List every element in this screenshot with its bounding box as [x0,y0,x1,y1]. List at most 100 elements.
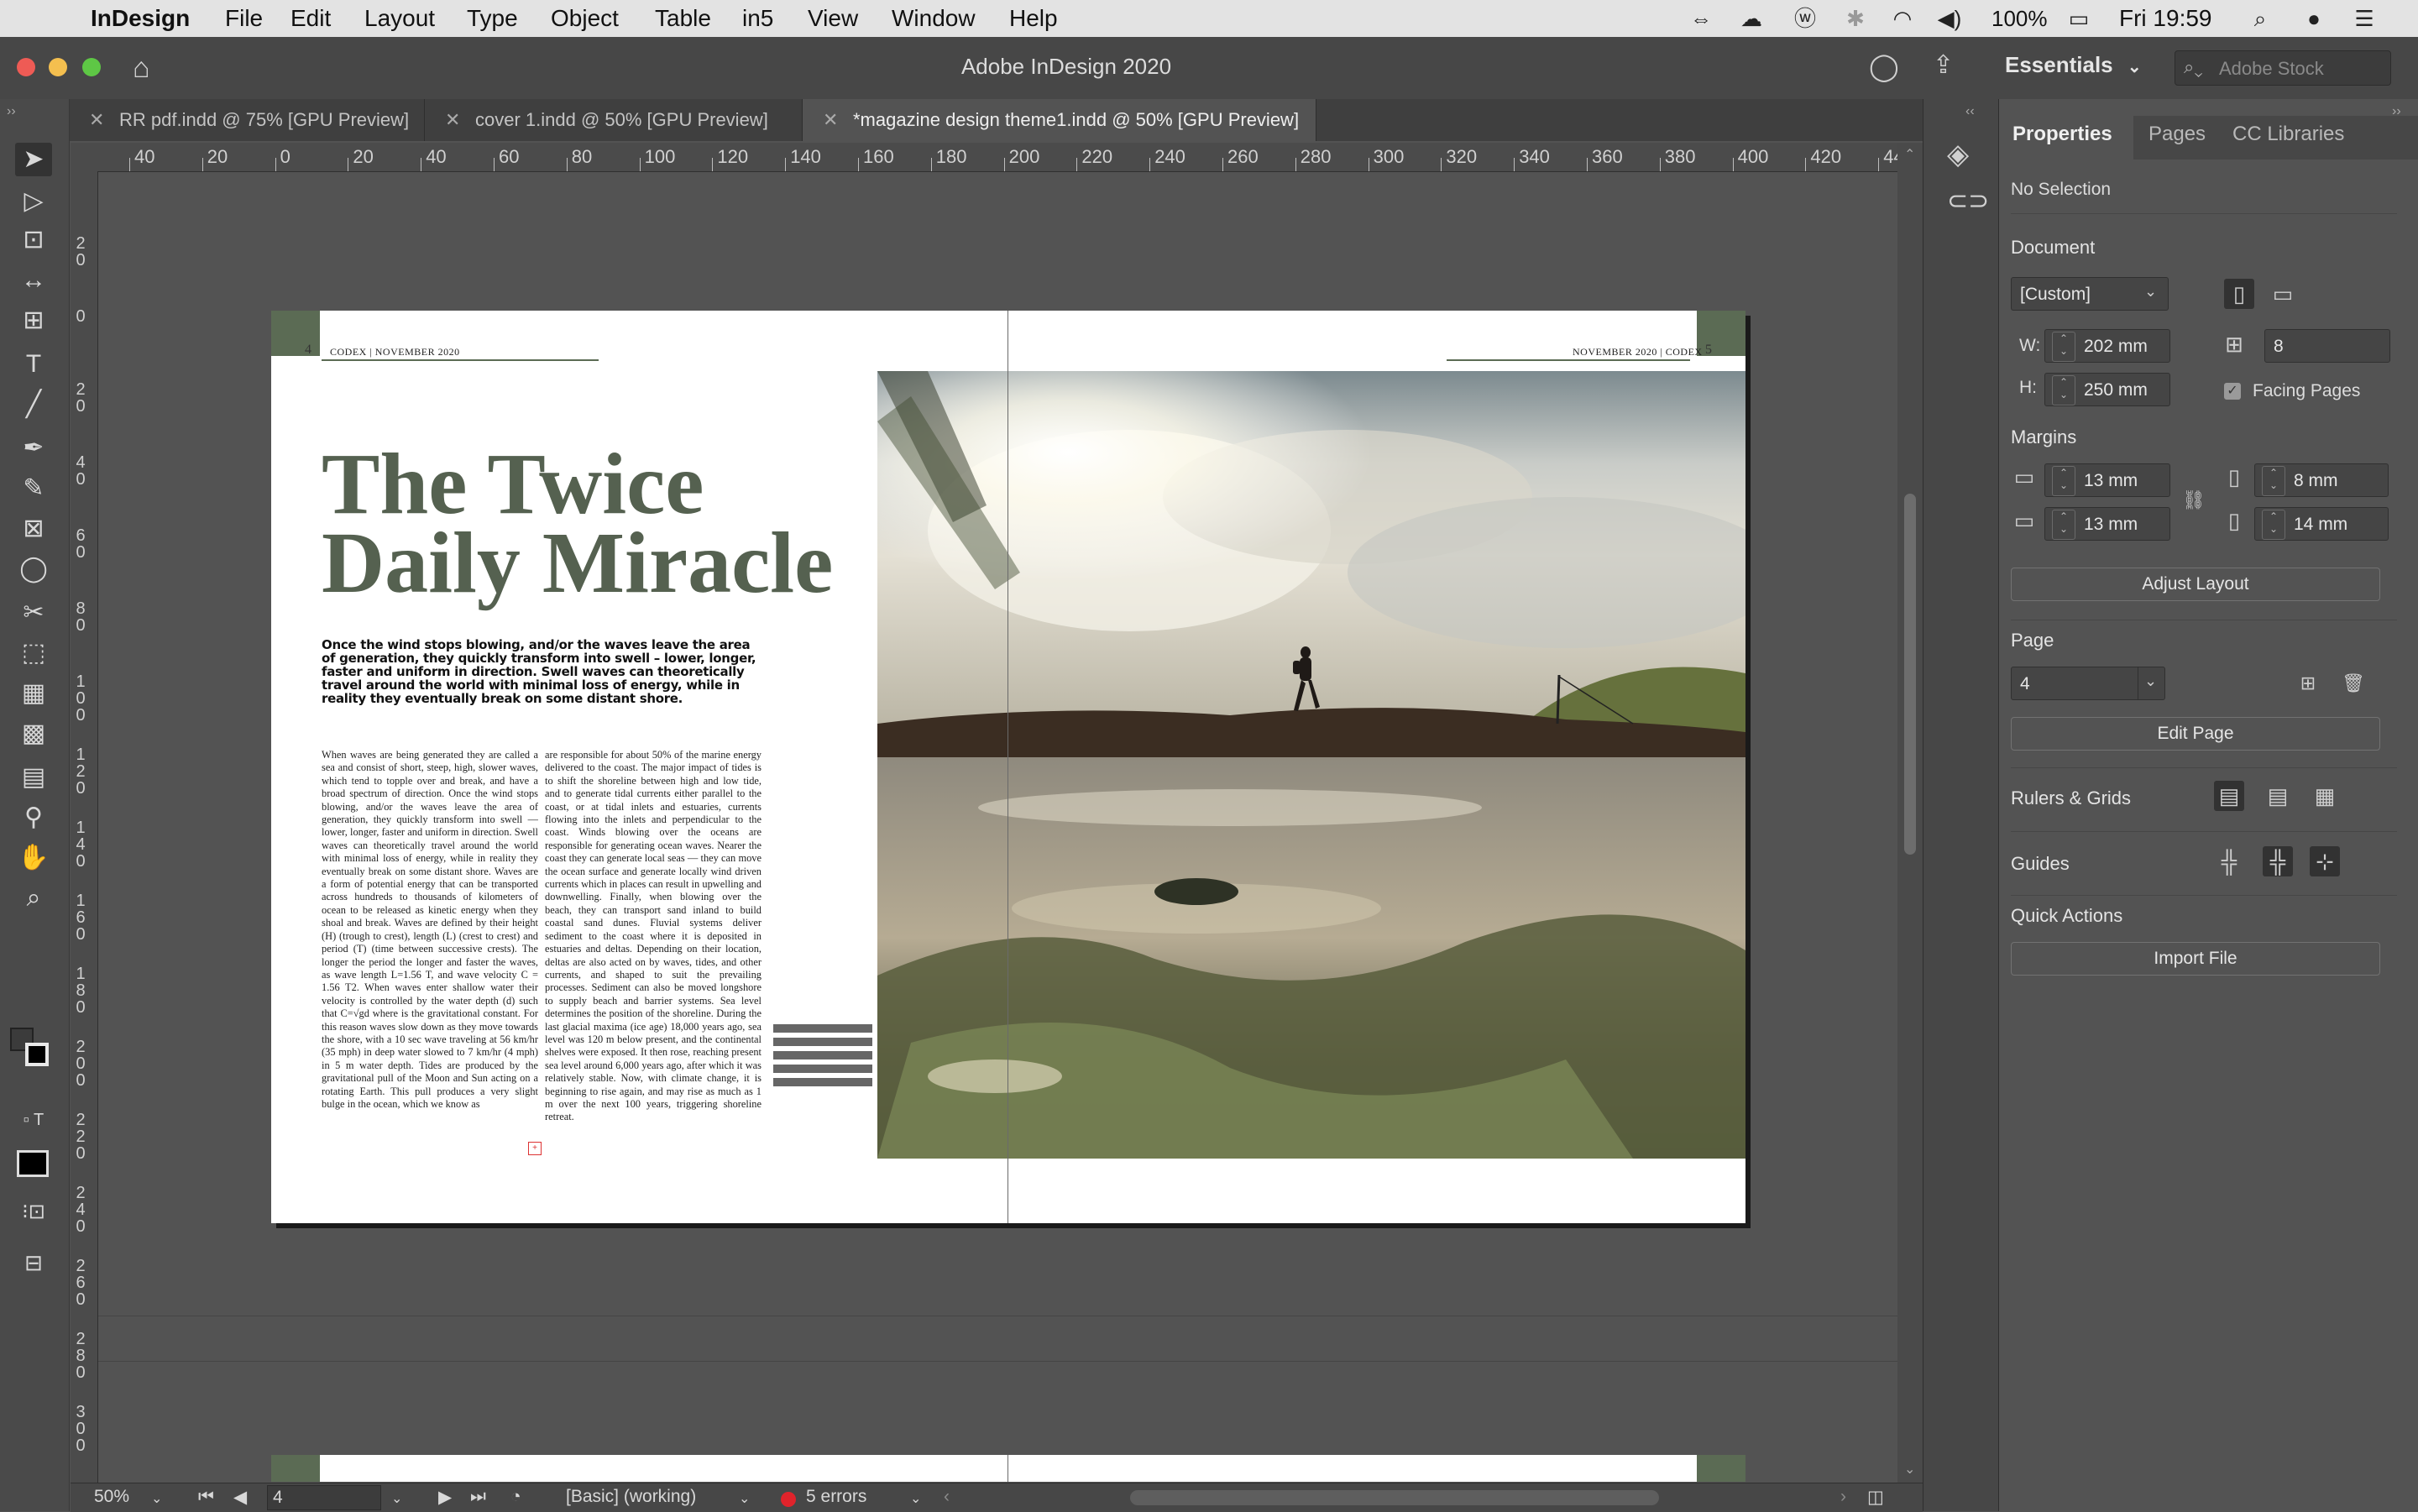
scroll-thumb[interactable] [1904,494,1916,855]
apply-color-icon[interactable] [17,1150,49,1177]
hand-tool-icon[interactable]: ✋ [15,841,52,875]
width-stepper[interactable]: ⌃ ⌄ [2052,332,2075,362]
toggle-rulers-icon[interactable]: ▤ [2214,781,2244,811]
battery-icon[interactable]: ▭ [2059,7,2099,30]
bluetooth-icon[interactable]: ✱ [1842,7,1869,30]
margin-outside-stepper[interactable]: ⌃ ⌄ [2262,510,2285,540]
pasteboard[interactable]: 4 CODEX | NOVEMBER 2020 5 NOVEMBER 2020 … [98,172,1897,1482]
lightbulb-icon[interactable]: ◯ [1869,50,1899,82]
wordpress-icon[interactable]: ⓦ [1792,7,1819,30]
layers-icon[interactable]: ◈ [1947,138,1969,171]
links-icon[interactable]: ⊂⊃ [1947,186,1989,216]
view-mode-icon[interactable]: ⊟ [15,1246,52,1279]
height-field[interactable]: ⌃ ⌄ 250 mm [2044,373,2170,406]
spotlight-search-icon[interactable]: ⌕ [2247,7,2274,30]
margin-bottom-field[interactable]: ⌃ ⌄ 13 mm [2044,507,2170,541]
menu-table[interactable]: Table [655,3,711,34]
lock-guides-icon[interactable]: ╬ [2263,846,2293,876]
previous-page-icon[interactable]: ◀ [233,1487,247,1508]
pen-tool-icon[interactable]: ✒ [15,432,52,465]
body-column-2[interactable]: are responsible for about 50% of the mar… [545,749,762,1160]
collapse-panel-icon[interactable]: ›› [7,104,16,119]
tab-properties[interactable]: Properties [2012,123,2112,146]
tab-magazine-design[interactable]: ✕ *magazine design theme1.indd @ 50% [GP… [803,99,1316,141]
last-page-icon[interactable]: ⏭ [470,1487,486,1507]
landscape-orientation-icon[interactable]: ▭ [2268,279,2298,309]
document-grid-icon[interactable]: ▦ [2310,781,2340,811]
smart-guides-icon[interactable]: ⊹ [2310,846,2340,876]
margin-top-stepper[interactable]: ⌃ ⌄ [2052,466,2075,496]
height-stepper[interactable]: ⌃ ⌄ [2052,375,2075,405]
page-number-field[interactable]: 4 [267,1485,381,1510]
edit-page-button[interactable]: Edit Page [2011,717,2380,751]
collapse-dock-icon[interactable]: ‹‹ [1965,104,1975,119]
chevron-down-icon[interactable]: ⌄ [391,1490,402,1507]
chevron-down-icon[interactable]: ⌄ [739,1490,750,1507]
siri-icon[interactable]: ● [2300,7,2327,30]
tab-pages[interactable]: Pages [2148,123,2206,146]
margin-inside-field[interactable]: ⌃ ⌄ 8 mm [2254,463,2389,497]
share-icon[interactable]: ⇪ [1933,50,1954,80]
zoom-level[interactable]: 50% [94,1487,129,1507]
preflight-errors[interactable]: 5 errors [806,1487,866,1507]
stroke-swatch[interactable] [25,1043,49,1066]
rectangle-frame-tool-icon[interactable]: ⊠ [15,512,52,546]
delete-page-icon[interactable]: 🗑 [2338,668,2368,698]
screen-mode-icon[interactable]: ⁝⊡ [15,1195,52,1229]
note-tool-icon[interactable]: ▤ [15,761,52,794]
direct-selection-tool-icon[interactable]: ▷ [15,185,52,218]
portrait-orientation-icon[interactable]: ▯ [2224,279,2254,309]
menu-edit[interactable]: Edit [290,3,331,34]
horizontal-scroll-thumb[interactable] [1130,1490,1659,1505]
margin-top-field[interactable]: ⌃ ⌄ 13 mm [2044,463,2170,497]
first-page-icon[interactable]: ⏮ [198,1487,214,1507]
close-tab-icon[interactable]: ✕ [445,99,460,141]
zoom-window-button[interactable] [82,58,101,76]
workspace-switcher[interactable]: Essentials ⌄ [2005,52,2142,78]
gradient-swatch-tool-icon[interactable]: ▦ [15,677,52,710]
close-tab-icon[interactable]: ✕ [89,99,104,141]
import-file-button[interactable]: Import File [2011,942,2380,976]
zoom-tool-icon[interactable]: ⌕ [15,882,52,915]
vertical-scrollbar[interactable]: ⌃ ⌄ [1897,143,1923,1483]
ellipse-tool-icon[interactable]: ◯ [15,552,52,586]
tab-cover-1[interactable]: ✕ cover 1.indd @ 50% [GPU Preview] [425,99,803,141]
line-tool-icon[interactable]: ╱ [15,388,52,421]
wifi-icon[interactable]: ◠ [1889,7,1916,30]
placeholder-text-block[interactable] [773,1024,872,1090]
body-column-1[interactable]: When waves are being generated they are … [322,749,538,1160]
home-icon[interactable]: ⌂ [133,52,150,85]
next-spread-preview[interactable] [271,1455,1745,1482]
screen-share-icon[interactable]: ⇔ [1688,7,1714,30]
menu-layout[interactable]: Layout [364,3,435,34]
margin-bottom-stepper[interactable]: ⌃ ⌄ [2052,510,2075,540]
menu-file[interactable]: File [225,3,263,34]
volume-icon[interactable]: ◀) [1936,7,1963,30]
close-tab-icon[interactable]: ✕ [823,99,838,141]
creative-cloud-icon[interactable]: ☁ [1738,7,1765,30]
free-transform-tool-icon[interactable]: ⬚ [15,636,52,670]
content-collector-icon[interactable]: ⊞ [15,304,52,337]
document-preset-select[interactable]: [Custom] ⌄ [2011,277,2169,311]
toggle-guides-icon[interactable]: ╬ [2214,846,2244,876]
gradient-feather-tool-icon[interactable]: ▩ [15,717,52,751]
gap-tool-icon[interactable]: ↔ [15,264,52,297]
width-field[interactable]: ⌃ ⌄ 202 mm [2044,329,2170,363]
type-tool-icon[interactable]: T [15,348,52,381]
margin-outside-field[interactable]: ⌃ ⌄ 14 mm [2254,507,2389,541]
tab-cc-libraries[interactable]: CC Libraries [2232,123,2344,146]
split-window-icon[interactable]: ◫ [1867,1487,1884,1508]
preflight-profile[interactable]: [Basic] (working) [566,1487,696,1507]
scroll-right-icon[interactable]: › [1840,1487,1846,1507]
overset-text-icon[interactable]: + [528,1142,542,1155]
minimize-window-button[interactable] [49,58,67,76]
menu-window[interactable]: Window [892,3,976,34]
adjust-layout-button[interactable]: Adjust Layout [2011,568,2380,601]
tab-rr-pdf[interactable]: ✕ RR pdf.indd @ 75% [GPU Preview] [69,99,425,141]
link-margins-icon[interactable]: ⛓ [2179,485,2209,515]
menu-view[interactable]: View [808,3,858,34]
menu-help[interactable]: Help [1009,3,1058,34]
eyedropper-tool-icon[interactable]: ⚲ [15,801,52,834]
preview-mode-icon[interactable]: ◔ [510,1487,521,1507]
scroll-down-icon[interactable]: ⌄ [1904,1461,1915,1478]
